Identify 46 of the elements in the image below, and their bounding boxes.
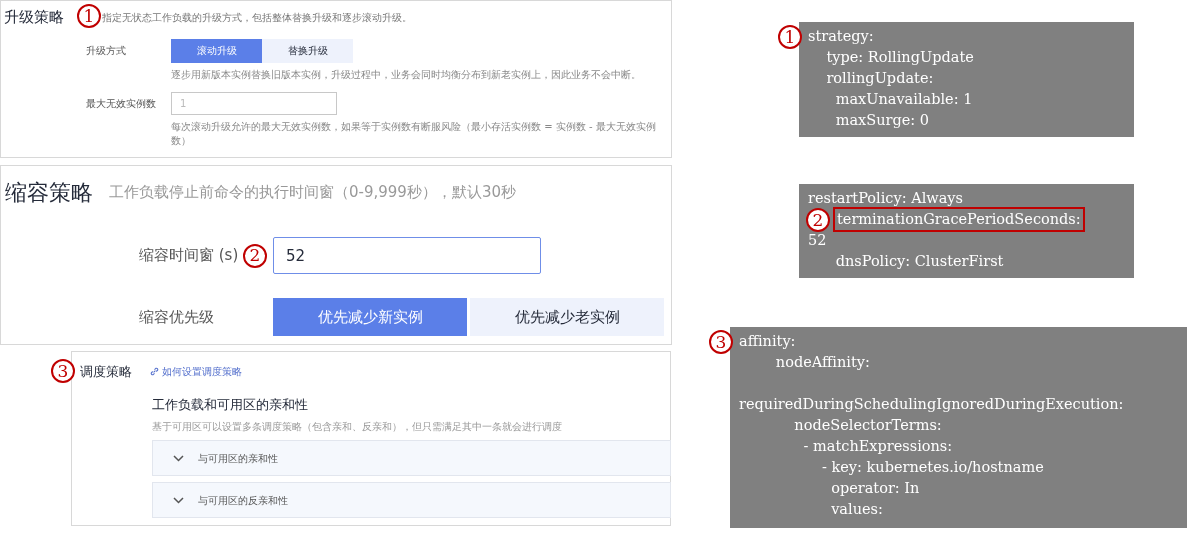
code-line: maxSurge: 0: [834, 111, 930, 130]
hint-text: 每次滚动升级允许的最大无效实例数，如果等于实例数有断服风险（最小存活实例数 = 实例数 - 最大无效实例数）: [171, 119, 657, 148]
option-button[interactable]: 替换升级: [262, 38, 353, 63]
chevron-down-icon: [173, 496, 184, 504]
code-line: - matchExpressions:: [802, 437, 954, 456]
option-button[interactable]: 优先减少新实例: [273, 298, 467, 336]
input-field[interactable]: 1: [171, 91, 337, 115]
link-icon: [150, 367, 159, 377]
code-line: rollingUpdate:: [825, 69, 935, 88]
code-line: maxUnavailable: 1: [834, 90, 974, 109]
subsection-title: 工作负载和可用区的亲和性: [152, 395, 308, 414]
code-line: type: RollingUpdate: [825, 48, 975, 67]
code-line: restartPolicy: Always: [808, 189, 964, 208]
code-line: operator: In: [830, 479, 921, 498]
code-line: 52: [808, 231, 828, 250]
code-line: requiredDuringSchedulingIgnoredDuringExecution:: [739, 395, 1125, 414]
number-badge: 3: [51, 359, 75, 383]
code-line: nodeSelectorTerms:: [793, 416, 943, 435]
option-button[interactable]: 滚动升级: [171, 38, 262, 63]
number-badge: 2: [243, 243, 267, 268]
code-line: affinity:: [739, 332, 797, 351]
field-label: 缩容优先级: [139, 306, 215, 328]
section-title: 升级策略: [4, 7, 64, 28]
number-badge: 1: [77, 4, 101, 28]
help-link[interactable]: 如何设置调度策略: [150, 364, 242, 380]
code-line: terminationGracePeriodSeconds:: [835, 209, 1083, 230]
section-title: 缩容策略: [5, 179, 93, 207]
section-description: 指定无状态工作负载的升级方式，包括整体替换升级和逐步滚动升级。: [102, 10, 412, 25]
number-badge: 1: [778, 25, 802, 49]
option-button[interactable]: 优先减少老实例: [470, 298, 664, 336]
chevron-down-icon: [173, 454, 184, 462]
code-line: values:: [830, 500, 884, 519]
field-label: 缩容时间窗 (s): [139, 245, 240, 267]
code-line: - key: kubernetes.io/hostname: [820, 458, 1045, 477]
code-line: dnsPolicy: ClusterFirst: [834, 252, 1005, 271]
collapsible-section[interactable]: 与可用区的反亲和性: [152, 482, 671, 518]
field-label: 最大无效实例数: [86, 96, 157, 111]
code-line: strategy:: [808, 27, 875, 46]
section-description: 工作负载停止前命令的执行时间窗（0-9,999秒），默认30秒: [109, 182, 516, 204]
hint-text: 逐步用新版本实例替换旧版本实例，升级过程中，业务会同时均衡分布到新老实例上，因此业务不会中断。: [171, 67, 641, 82]
input-field[interactable]: 52: [273, 237, 541, 274]
number-badge: 3: [709, 330, 733, 354]
field-label: 升级方式: [86, 44, 127, 58]
collapsible-section[interactable]: 与可用区的亲和性: [152, 440, 671, 476]
section-title: 调度策略: [80, 363, 132, 381]
code-line: nodeAffinity:: [774, 353, 871, 372]
